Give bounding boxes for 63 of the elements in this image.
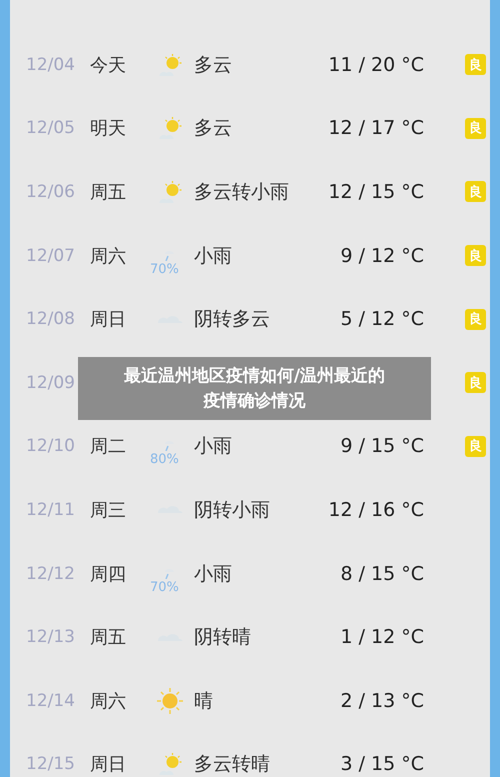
- weather-text: 小雨: [194, 244, 232, 267]
- date-text: 12/09: [26, 372, 76, 393]
- air-quality-badge: 良: [465, 436, 486, 457]
- date-text: 12/14: [26, 690, 76, 711]
- weekday-text: 周日: [90, 309, 126, 330]
- weather-text: 小雨: [194, 562, 232, 585]
- weather-text: 多云: [194, 117, 232, 140]
- date-text: 12/10: [26, 436, 76, 456]
- temperature-text: 12 / 17 °C: [328, 117, 424, 140]
- temperature-text: 1 / 12 °C: [340, 626, 424, 648]
- rain-icon: [165, 441, 175, 452]
- date-text: 12/15: [26, 754, 76, 774]
- weekday-text: 周六: [90, 246, 126, 267]
- temperature-text: 12 / 16 °C: [328, 498, 424, 521]
- air-quality-badge: 良: [465, 118, 486, 139]
- weather-text: 多云转小雨: [194, 180, 289, 203]
- date-text: 12/13: [26, 627, 76, 648]
- air-quality-badge: 良: [465, 181, 486, 202]
- temperature-text: 9 / 12 °C: [340, 244, 424, 267]
- temperature-text: 8 / 15 °C: [340, 562, 424, 585]
- date-text: 12/05: [26, 118, 76, 138]
- date-text: 12/07: [26, 246, 76, 266]
- air-quality-badge: 良: [465, 372, 486, 394]
- rain-icon: [165, 250, 175, 261]
- date-text: 12/04: [26, 54, 76, 75]
- air-quality-badge: 良: [465, 308, 486, 330]
- weekday-text: 明天: [90, 118, 126, 140]
- temperature-text: 3 / 15 °C: [340, 753, 424, 776]
- precipitation-text: 70%: [150, 262, 179, 277]
- weekday-text: 周五: [90, 182, 126, 203]
- air-quality-badge: 良: [465, 54, 486, 76]
- sun-cloud-icon: [158, 180, 182, 203]
- weekday-text: 周四: [90, 564, 126, 585]
- weather-text: 阴转多云: [194, 308, 270, 330]
- rain-icon: [165, 568, 175, 579]
- weather-text: 晴: [194, 690, 213, 712]
- temperature-text: 2 / 13 °C: [340, 690, 424, 712]
- weather-text: 阴转小雨: [194, 498, 270, 521]
- weekday-text: 周六: [90, 690, 126, 712]
- weekday-text: 周二: [90, 436, 126, 458]
- temperature-text: 5 / 12 °C: [340, 308, 424, 330]
- weekday-text: 周三: [90, 500, 126, 521]
- temperature-text: 12 / 15 °C: [328, 180, 424, 203]
- date-text: 12/06: [26, 182, 76, 202]
- weather-text: 多云转晴: [194, 753, 270, 776]
- temperature-text: 9 / 15 °C: [340, 435, 424, 458]
- date-text: 12/08: [26, 309, 76, 330]
- weather-text: 小雨: [194, 435, 232, 458]
- sun-cloud-icon: [158, 54, 182, 76]
- sun-cloud-icon: [158, 117, 182, 140]
- date-text: 12/11: [26, 500, 76, 520]
- weather-text: 阴转晴: [194, 626, 251, 648]
- air-quality-badge: 良: [465, 245, 486, 266]
- weekday-text: 今天: [90, 54, 126, 76]
- caption-banner: 最近温州地区疫情如何/温州最近的疫情确诊情况: [78, 357, 431, 420]
- temperature-text: 11 / 20 °C: [328, 54, 424, 76]
- date-text: 12/12: [26, 564, 76, 584]
- precipitation-text: 70%: [150, 580, 179, 595]
- precipitation-text: 80%: [150, 452, 179, 468]
- weekday-text: 周日: [90, 754, 126, 776]
- sun-icon: [156, 686, 184, 715]
- weather-text: 多云: [194, 54, 232, 76]
- weekday-text: 周五: [90, 627, 126, 648]
